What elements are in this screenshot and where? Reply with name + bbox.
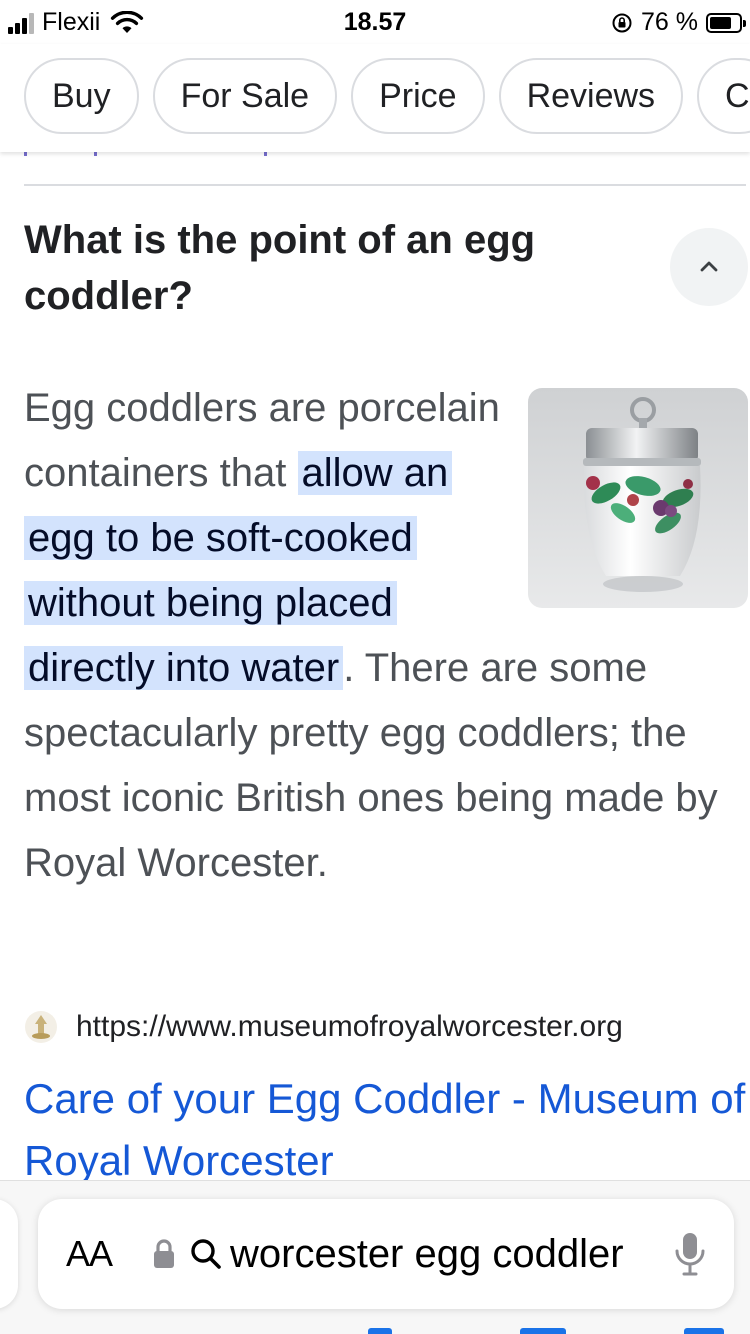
result-title-link[interactable]: Care of your Egg Coddler - Museum of Roy… [24,1068,748,1192]
microphone-icon[interactable] [674,1231,706,1277]
status-left: Flexii [8,8,144,37]
museum-favicon-icon [25,1011,57,1043]
safari-bottom-bar: AA worcester egg coddler [0,1180,750,1334]
previous-result-fragment [24,152,324,158]
source-attribution[interactable]: https://www.museumofroyalworcester.org [24,1010,623,1044]
collapse-button[interactable] [670,228,748,306]
signal-icon [8,12,34,34]
faq-question[interactable]: What is the point of an egg coddler? [24,212,644,324]
chip-price[interactable]: Price [351,58,485,134]
carrier-name: Flexii [42,8,101,36]
address-bar[interactable]: AA worcester egg coddler [38,1199,734,1309]
filter-chips-bar: Buy For Sale Price Reviews C [0,44,750,152]
battery-level [710,16,732,29]
filter-chips: Buy For Sale Price Reviews C [24,58,750,134]
divider [24,184,746,186]
chevron-up-icon [700,261,718,272]
previous-tab-peek[interactable] [0,1199,18,1309]
address-query[interactable]: worcester egg coddler [230,1232,650,1277]
source-url: https://www.museumofroyalworcester.org [76,1010,623,1043]
status-right: 76 % [611,8,746,37]
status-bar: Flexii 18.57 76 % [0,0,750,44]
chip-buy[interactable]: Buy [24,58,139,134]
wifi-icon [111,10,144,33]
lock-icon [154,1239,174,1268]
chip-partial[interactable]: C [697,58,750,134]
text-size-button[interactable]: AA [66,1233,140,1275]
toolbar-icons-peek [0,1324,750,1334]
rotation-lock-icon [612,13,632,32]
egg-coddler-image[interactable] [528,388,748,608]
battery-percent: 76 % [641,8,698,36]
search-icon [191,1239,221,1269]
chip-reviews[interactable]: Reviews [498,58,684,134]
chip-for-sale[interactable]: For Sale [152,58,338,134]
faq-answer: Egg coddlers are porcelain containers th… [24,376,748,896]
battery-icon [706,12,746,33]
